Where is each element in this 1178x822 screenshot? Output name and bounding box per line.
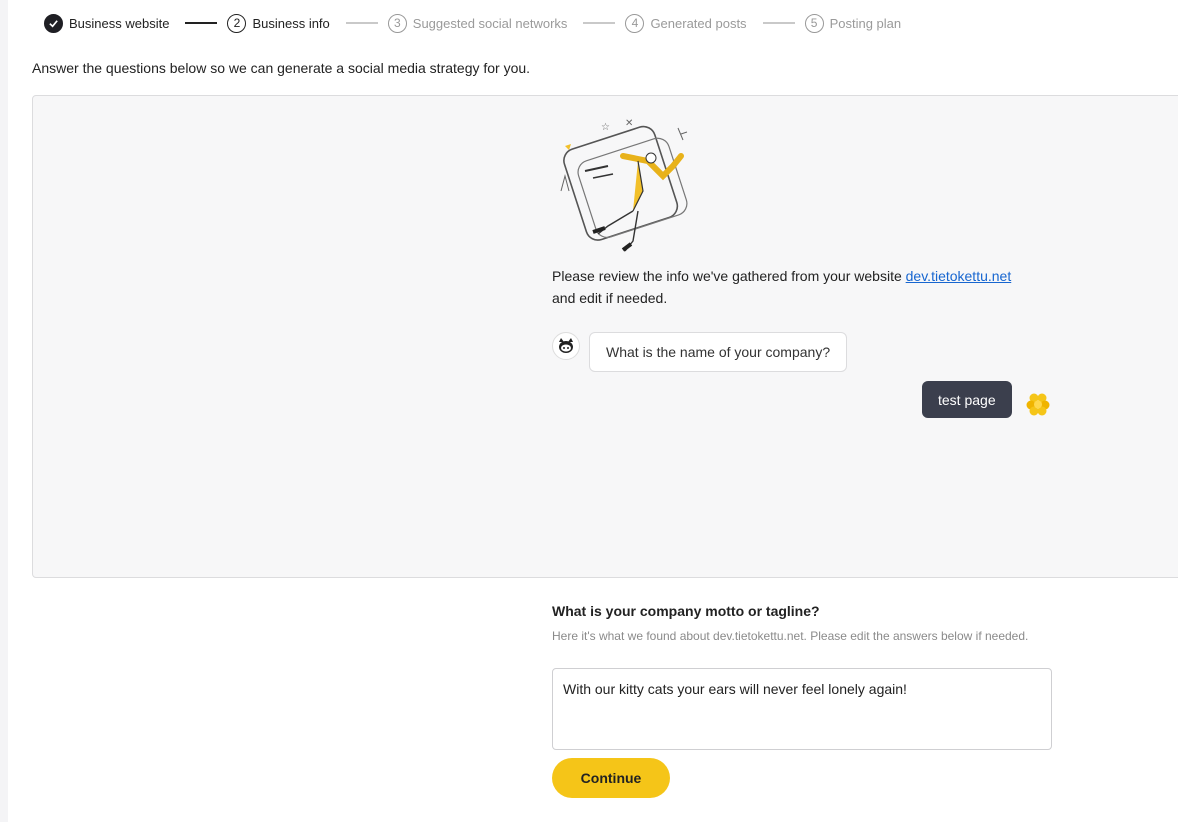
step-number: 2 xyxy=(227,13,247,33)
step-label: Posting plan xyxy=(829,15,902,31)
illustration-image: ☆ ✕ xyxy=(560,118,688,252)
bot-avatar-icon xyxy=(552,332,580,360)
step-connector xyxy=(762,22,795,24)
tagline-input[interactable]: With our kitty cats your ears will never… xyxy=(552,668,1052,750)
review-text: Please review the info we've gathered fr… xyxy=(552,268,902,284)
step-label: Suggested social networks xyxy=(412,15,568,31)
step-label: Generated posts xyxy=(650,15,747,31)
intro-text: Answer the questions below so we can gen… xyxy=(32,60,531,76)
step-number: 4 xyxy=(625,13,645,33)
step-posting-plan[interactable]: 5 Posting plan xyxy=(804,13,902,33)
step-connector xyxy=(185,22,218,24)
website-link[interactable]: dev.tietokettu.net xyxy=(906,268,1012,284)
bot-message-bubble: What is the name of your company? xyxy=(589,332,848,372)
continue-button[interactable]: Continue xyxy=(552,758,670,798)
step-number: 5 xyxy=(804,13,824,33)
step-label: Business website xyxy=(69,15,170,31)
chat-panel: ☆ ✕ Please review the info we've gathere… xyxy=(32,95,1178,578)
svg-text:☆: ☆ xyxy=(601,122,610,133)
step-connector xyxy=(345,22,378,24)
question-section: What is your company motto or tagline? H… xyxy=(552,603,1052,647)
step-generated-posts[interactable]: 4 Generated posts xyxy=(625,13,747,33)
user-message-bubble: test page xyxy=(922,381,1012,418)
step-business-info[interactable]: 2 Business info xyxy=(227,13,330,33)
step-suggested-social-networks[interactable]: 3 Suggested social networks xyxy=(387,13,568,33)
step-business-website[interactable]: Business website xyxy=(44,13,170,33)
question-hint: Here it's what we found about dev.tietok… xyxy=(552,629,1029,643)
step-label: Business info xyxy=(252,15,330,31)
check-icon xyxy=(44,13,63,33)
user-avatar-icon xyxy=(1026,393,1050,416)
step-connector xyxy=(583,22,616,24)
review-suffix: and edit if needed. xyxy=(552,290,668,306)
svg-text:✕: ✕ xyxy=(625,118,633,129)
page: Business website 2 Business info 3 Sugge… xyxy=(8,0,1178,822)
review-message: Please review the info we've gathered fr… xyxy=(552,265,1052,309)
question-title: What is your company motto or tagline? xyxy=(552,603,820,619)
progress-stepper: Business website 2 Business info 3 Sugge… xyxy=(44,12,901,34)
step-number: 3 xyxy=(387,13,407,33)
